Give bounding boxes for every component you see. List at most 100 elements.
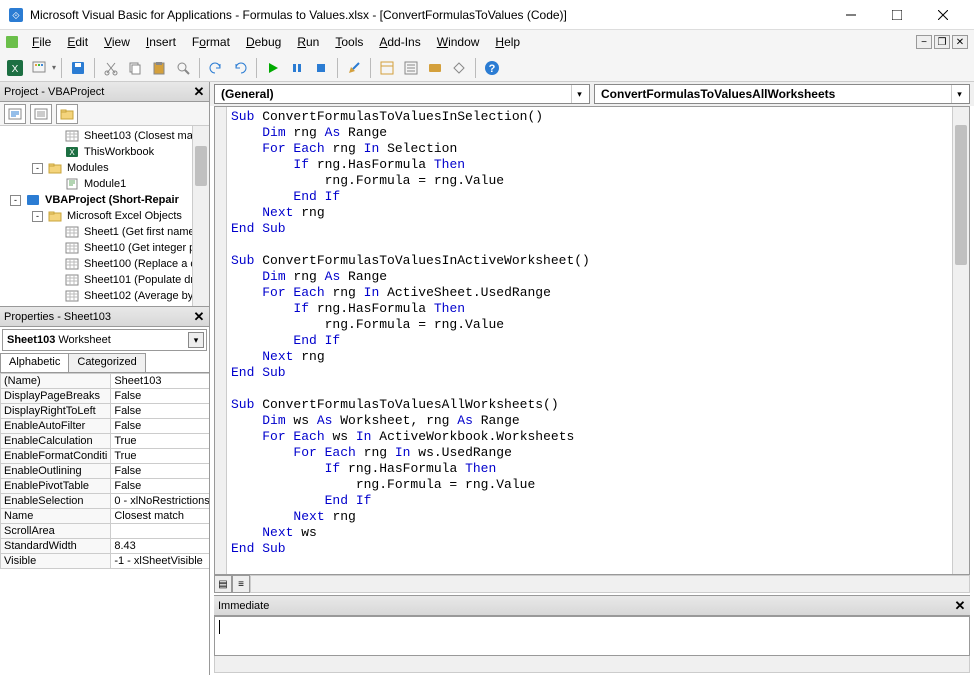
project-explorer-icon[interactable] [376, 57, 398, 79]
property-value[interactable]: False [111, 464, 209, 479]
mdi-restore-button[interactable]: ❐ [934, 35, 950, 49]
object-browser-icon[interactable] [424, 57, 446, 79]
run-icon[interactable] [262, 57, 284, 79]
properties-panel-close-button[interactable]: ✕ [191, 309, 207, 325]
procedure-view-button[interactable]: ▤ [214, 575, 232, 593]
paste-icon[interactable] [148, 57, 170, 79]
property-row[interactable]: EnablePivotTableFalse [1, 479, 210, 494]
menu-help[interactable]: Help [487, 32, 528, 52]
titlebar: ⟐ Microsoft Visual Basic for Application… [0, 0, 974, 30]
toolbox-icon[interactable] [448, 57, 470, 79]
property-value[interactable]: 8.43 [111, 539, 209, 554]
menu-debug[interactable]: Debug [238, 32, 289, 52]
menu-tools[interactable]: Tools [327, 32, 371, 52]
property-value[interactable] [111, 524, 209, 539]
redo-icon[interactable] [229, 57, 251, 79]
close-button[interactable] [920, 0, 966, 30]
properties-object-selector[interactable]: Sheet103 Worksheet ▾ [2, 329, 207, 351]
property-row[interactable]: DisplayRightToLeftFalse [1, 404, 210, 419]
property-value[interactable]: 0 - xlNoRestrictions [111, 494, 209, 509]
immediate-input[interactable] [214, 616, 970, 656]
property-row[interactable]: NameClosest match [1, 509, 210, 524]
find-icon[interactable] [172, 57, 194, 79]
expand-toggle[interactable]: - [32, 211, 43, 222]
tree-item[interactable]: -VBAProject (Short-Repair [2, 192, 207, 208]
reset-icon[interactable] [310, 57, 332, 79]
project-tree-scrollbar[interactable] [192, 126, 209, 306]
help-icon[interactable]: ? [481, 57, 503, 79]
view-code-button[interactable] [4, 104, 26, 124]
menu-window[interactable]: Window [429, 32, 488, 52]
property-row[interactable]: EnableOutliningFalse [1, 464, 210, 479]
toggle-folders-button[interactable] [56, 104, 78, 124]
property-row[interactable]: Visible-1 - xlSheetVisible [1, 554, 210, 569]
code-editor[interactable]: Sub ConvertFormulasToValuesInSelection()… [214, 106, 970, 575]
tree-item[interactable]: -Modules [2, 160, 207, 176]
property-row[interactable]: EnableSelection0 - xlNoRestrictions [1, 494, 210, 509]
menu-insert[interactable]: Insert [138, 32, 184, 52]
mdi-minimize-button[interactable]: − [916, 35, 932, 49]
property-row[interactable]: (Name)Sheet103 [1, 374, 210, 389]
tree-item[interactable]: Sheet102 (Average by [2, 288, 207, 304]
tree-item[interactable]: Sheet103 (Closest mat [2, 128, 207, 144]
tree-item[interactable]: Module1 [2, 176, 207, 192]
tree-item[interactable]: XThisWorkbook [2, 144, 207, 160]
menu-addins[interactable]: Add-Ins [371, 32, 428, 52]
undo-icon[interactable] [205, 57, 227, 79]
property-value[interactable]: -1 - xlSheetVisible [111, 554, 209, 569]
code-vertical-scrollbar[interactable] [952, 107, 969, 574]
property-name: EnableOutlining [1, 464, 111, 479]
project-panel-title: Project - VBAProject [4, 86, 104, 98]
tree-item[interactable]: -Microsoft Excel Objects [2, 208, 207, 224]
menu-edit[interactable]: Edit [59, 32, 96, 52]
insert-userform-icon[interactable] [28, 57, 50, 79]
break-icon[interactable] [286, 57, 308, 79]
project-panel-close-button[interactable]: ✕ [191, 84, 207, 100]
save-icon[interactable] [67, 57, 89, 79]
tree-item[interactable]: Sheet100 (Replace a c [2, 256, 207, 272]
project-tree[interactable]: Sheet103 (Closest matXThisWorkbook-Modul… [0, 126, 209, 306]
properties-tab-categorized[interactable]: Categorized [68, 353, 145, 372]
property-row[interactable]: EnableCalculationTrue [1, 434, 210, 449]
menu-file[interactable]: File [24, 32, 59, 52]
properties-tab-alphabetic[interactable]: Alphabetic [0, 353, 69, 372]
expand-toggle[interactable]: - [10, 195, 21, 206]
full-module-view-button[interactable]: ≡ [232, 575, 250, 593]
tree-item[interactable]: Sheet10 (Get integer p [2, 240, 207, 256]
property-row[interactable]: ScrollArea [1, 524, 210, 539]
code-procedure-dropdown[interactable]: ConvertFormulasToValuesAllWorksheets ▾ [594, 84, 970, 104]
properties-panel-header: Properties - Sheet103 ✕ [0, 307, 209, 327]
design-mode-icon[interactable] [343, 57, 365, 79]
properties-grid[interactable]: (Name)Sheet103DisplayPageBreaksFalseDisp… [0, 373, 209, 675]
cut-icon[interactable] [100, 57, 122, 79]
mdi-close-button[interactable]: ✕ [952, 35, 968, 49]
property-value[interactable]: True [111, 449, 209, 464]
immediate-horizontal-scrollbar[interactable] [214, 656, 970, 673]
property-value[interactable]: False [111, 419, 209, 434]
code-horizontal-scrollbar[interactable] [250, 575, 970, 593]
menu-format[interactable]: Format [184, 32, 238, 52]
property-value[interactable]: False [111, 404, 209, 419]
property-row[interactable]: StandardWidth8.43 [1, 539, 210, 554]
property-value[interactable]: True [111, 434, 209, 449]
property-value[interactable]: Closest match [111, 509, 209, 524]
property-row[interactable]: EnableFormatConditiTrue [1, 449, 210, 464]
expand-toggle[interactable]: - [32, 163, 43, 174]
minimize-button[interactable] [828, 0, 874, 30]
view-object-button[interactable] [30, 104, 52, 124]
property-value[interactable]: Sheet103 [111, 374, 209, 389]
property-row[interactable]: EnableAutoFilterFalse [1, 419, 210, 434]
property-value[interactable]: False [111, 389, 209, 404]
copy-icon[interactable] [124, 57, 146, 79]
properties-window-icon[interactable] [400, 57, 422, 79]
tree-item[interactable]: Sheet101 (Populate dr [2, 272, 207, 288]
immediate-panel-close-button[interactable]: ✕ [952, 598, 968, 614]
excel-icon[interactable]: X [4, 57, 26, 79]
menu-run[interactable]: Run [289, 32, 327, 52]
tree-item[interactable]: Sheet1 (Get first name [2, 224, 207, 240]
maximize-button[interactable] [874, 0, 920, 30]
menu-view[interactable]: View [96, 32, 138, 52]
property-value[interactable]: False [111, 479, 209, 494]
code-object-dropdown[interactable]: (General) ▾ [214, 84, 590, 104]
property-row[interactable]: DisplayPageBreaksFalse [1, 389, 210, 404]
